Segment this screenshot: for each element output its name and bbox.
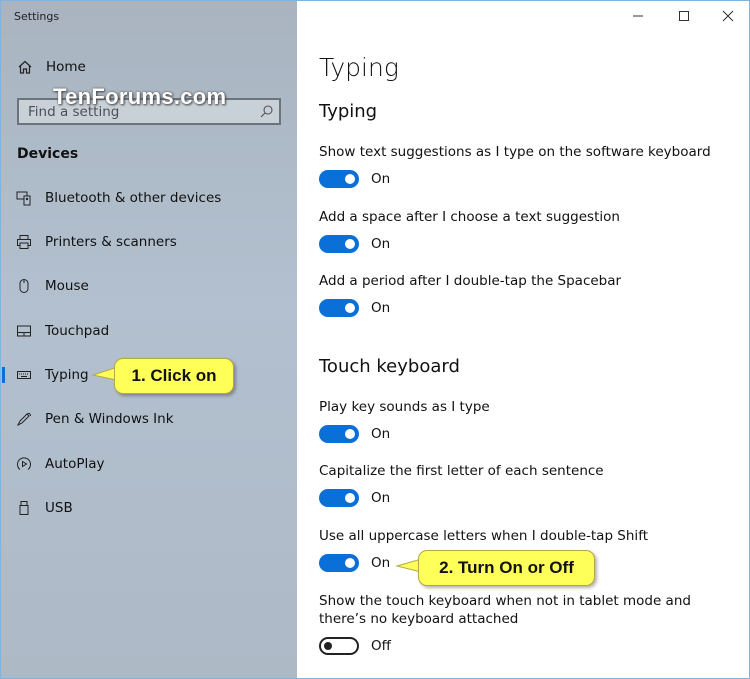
touchpad-icon xyxy=(17,325,31,337)
main-content: Typing Typing Show text suggestions as I… xyxy=(297,1,749,678)
section-title: Devices xyxy=(17,146,79,162)
sidebar-item-label: Typing xyxy=(45,367,89,383)
close-button[interactable] xyxy=(705,3,749,29)
sidebar-item-label: Printers & scanners xyxy=(45,234,177,250)
sidebar-item-usb[interactable]: USB xyxy=(1,493,297,523)
toggle-state: On xyxy=(371,490,391,506)
callout-step1: 1. Click on xyxy=(114,358,234,394)
toggle-touch-keyboard-no-tablet[interactable] xyxy=(319,637,359,655)
setting-label: Show text suggestions as I type on the s… xyxy=(319,144,711,160)
sidebar-item-mouse[interactable]: Mouse xyxy=(1,271,297,301)
app-title: Settings xyxy=(14,10,60,23)
keyboard-icon xyxy=(17,371,31,379)
toggle-add-period[interactable] xyxy=(319,299,359,317)
group-title-typing: Typing xyxy=(319,101,378,122)
toggle-knob xyxy=(345,239,355,249)
sidebar-item-pen[interactable]: Pen & Windows Ink xyxy=(1,404,297,434)
minimize-icon xyxy=(633,15,643,17)
toggle-state: On xyxy=(371,555,391,571)
bluetooth-devices-icon xyxy=(16,191,31,206)
nav-home[interactable]: Home xyxy=(17,59,86,75)
toggle-key-sounds[interactable] xyxy=(319,425,359,443)
toggle-capitalize[interactable] xyxy=(319,489,359,507)
toggle-knob xyxy=(345,429,355,439)
toggle-text-suggestions[interactable] xyxy=(319,170,359,188)
setting-label: Add a space after I choose a text sugges… xyxy=(319,209,620,225)
toggle-knob xyxy=(345,303,355,313)
selection-indicator xyxy=(2,367,5,383)
search-icon[interactable] xyxy=(260,105,273,118)
sidebar-item-label: Bluetooth & other devices xyxy=(45,190,222,206)
toggle-uppercase-shift[interactable] xyxy=(319,554,359,572)
setting-label: Show the touch keyboard when not in tabl… xyxy=(319,593,691,627)
close-icon xyxy=(722,10,734,22)
sidebar-item-bluetooth[interactable]: Bluetooth & other devices xyxy=(1,183,297,213)
sidebar-item-printers[interactable]: Printers & scanners xyxy=(1,227,297,257)
group-title-touch-keyboard: Touch keyboard xyxy=(319,356,460,377)
toggle-state: Off xyxy=(371,638,391,654)
sidebar-item-label: USB xyxy=(45,500,73,516)
toggle-state: On xyxy=(371,300,391,316)
toggle-knob xyxy=(345,558,355,568)
pen-icon xyxy=(16,412,31,427)
autoplay-icon xyxy=(17,457,31,470)
toggle-knob xyxy=(345,174,355,184)
setting-label: Add a period after I double-tap the Spac… xyxy=(319,273,622,289)
home-icon xyxy=(18,60,32,74)
maximize-icon xyxy=(679,11,689,21)
sidebar-item-label: AutoPlay xyxy=(45,456,105,472)
usb-icon xyxy=(19,501,29,515)
settings-window: Settings Home Find a setting TenForums.c… xyxy=(0,0,750,679)
minimize-button[interactable] xyxy=(615,3,661,29)
maximize-button[interactable] xyxy=(661,3,707,29)
toggle-state: On xyxy=(371,171,391,187)
printer-icon xyxy=(17,235,31,249)
toggle-knob xyxy=(345,493,355,503)
toggle-knob xyxy=(324,642,332,650)
page-title: Typing xyxy=(319,53,399,82)
watermark: TenForums.com xyxy=(53,84,227,109)
toggle-state: On xyxy=(371,236,391,252)
toggle-state: On xyxy=(371,426,391,442)
sidebar-item-label: Touchpad xyxy=(45,323,110,339)
nav-home-label: Home xyxy=(46,59,86,75)
setting-label: Play key sounds as I type xyxy=(319,399,490,415)
callout-step2: 2. Turn On or Off xyxy=(418,550,595,586)
sidebar-item-touchpad[interactable]: Touchpad xyxy=(1,316,297,346)
sidebar-item-label: Pen & Windows Ink xyxy=(45,411,174,427)
toggle-add-space[interactable] xyxy=(319,235,359,253)
setting-label: Use all uppercase letters when I double-… xyxy=(319,528,648,544)
sidebar-item-autoplay[interactable]: AutoPlay xyxy=(1,449,297,479)
mouse-icon xyxy=(19,279,29,293)
sidebar: Settings Home Find a setting TenForums.c… xyxy=(1,1,297,678)
sidebar-item-label: Mouse xyxy=(45,278,89,294)
setting-label: Capitalize the first letter of each sent… xyxy=(319,463,604,479)
